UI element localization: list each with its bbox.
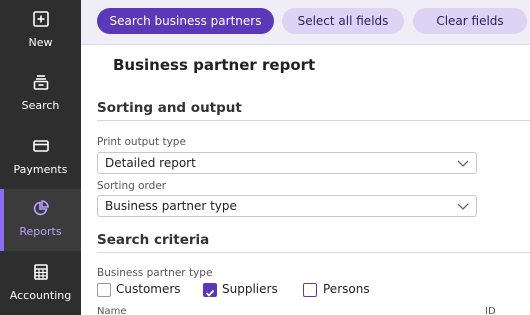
main-content: Search business partners Select all fiel… (81, 0, 530, 315)
persons-checkbox[interactable] (303, 283, 317, 297)
nav-item-new[interactable]: New (0, 0, 81, 60)
credit-card-icon (0, 137, 81, 157)
section-heading-sorting: Sorting and output (97, 100, 242, 116)
customers-checkbox-label: Customers (116, 282, 181, 296)
persons-checkbox-label: Persons (323, 282, 370, 296)
toolbar: Search business partners Select all fiel… (81, 0, 530, 45)
nav-item-reports[interactable]: Reports (0, 189, 81, 251)
checkmark-icon (205, 289, 215, 297)
page-title: Business partner report (113, 56, 316, 74)
nav-label: New (28, 36, 53, 49)
column-header-name: Name (97, 306, 127, 315)
divider (97, 120, 530, 121)
suppliers-checkbox[interactable] (203, 283, 217, 297)
pie-chart-icon (0, 199, 81, 219)
sidebar: New Search Payments Reports Accounting (0, 0, 81, 315)
search-business-partners-button[interactable]: Search business partners (97, 8, 274, 34)
nav-label: Payments (13, 163, 68, 176)
section-heading-search-criteria: Search criteria (97, 232, 210, 248)
search-stack-icon (0, 73, 81, 93)
select-all-fields-button[interactable]: Select all fields (282, 8, 404, 34)
nav-label: Reports (19, 225, 62, 238)
suppliers-checkbox-label: Suppliers (222, 282, 278, 296)
sorting-order-label: Sorting order (97, 180, 167, 192)
print-output-type-label: Print output type (97, 136, 186, 148)
chevron-down-icon (456, 199, 470, 219)
nav-label: Search (21, 99, 60, 112)
nav-item-search[interactable]: Search (0, 63, 81, 123)
calculator-icon (0, 263, 81, 283)
plus-square-icon (0, 10, 81, 30)
customers-checkbox[interactable] (97, 283, 111, 297)
print-output-type-select[interactable]: Detailed report (97, 152, 477, 174)
sorting-order-select[interactable]: Business partner type (97, 195, 477, 217)
column-header-id: ID (485, 306, 496, 315)
divider (97, 252, 530, 253)
business-partner-type-label: Business partner type (97, 267, 213, 279)
select-value: Business partner type (105, 199, 237, 213)
nav-item-payments[interactable]: Payments (0, 127, 81, 187)
chevron-down-icon (456, 156, 470, 176)
clear-fields-button[interactable]: Clear fields (413, 8, 527, 34)
nav-item-accounting[interactable]: Accounting (0, 253, 81, 313)
select-value: Detailed report (105, 156, 196, 170)
nav-label: Accounting (9, 289, 72, 302)
